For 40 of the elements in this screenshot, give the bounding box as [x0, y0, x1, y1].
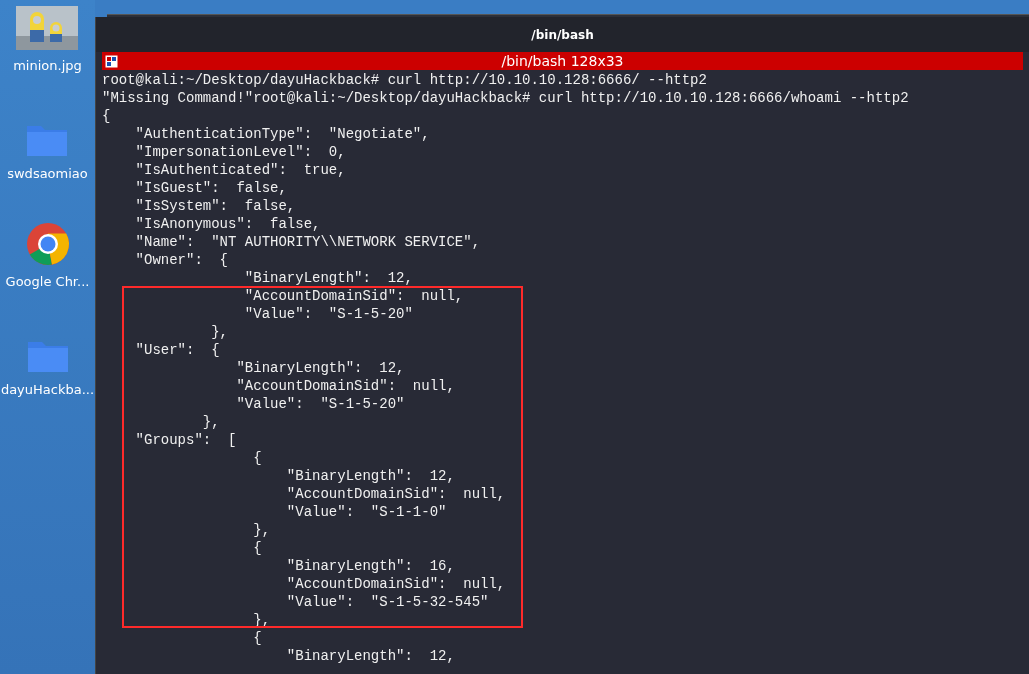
window-title: /bin/bash — [531, 26, 594, 44]
terminal-line: "User": { — [134, 341, 220, 359]
icon-label[interactable]: dayuHackba... — [0, 380, 95, 400]
icon-label[interactable]: Google Chr... — [5, 272, 90, 292]
terminal-line: "AccountDomainSid": null, — [235, 377, 455, 395]
terminal-line: { — [252, 629, 262, 647]
terminal-line: "AuthenticationType": "Negotiate", — [134, 125, 430, 143]
terminal-line: "IsSystem": false, — [134, 197, 296, 215]
terminal-line: { — [252, 449, 262, 467]
terminal-line: "AccountDomainSid": null, — [285, 485, 506, 503]
terminal-line: "IsAuthenticated": true, — [134, 161, 346, 179]
terminal-line: "Missing Command!"root@kali:~/Desktop/dayuHackback# curl http://10.10.10.128:6666/whoami --http2 — [102, 89, 909, 107]
terminal-line: "Owner": { — [134, 251, 229, 269]
terminal-line: "Value": "S-1-5-32-545" — [285, 593, 489, 611]
terminal-line: }, — [210, 323, 229, 341]
terminal-line: "BinaryLength": 16, — [285, 557, 455, 575]
terminal-line: "BinaryLength": 12, — [285, 467, 455, 485]
terminal-menu-icon[interactable] — [105, 54, 119, 68]
terminal-line: "BinaryLength": 12, — [235, 359, 405, 377]
terminal-line: }, — [201, 413, 220, 431]
terminal-line: "AccountDomainSid": null, — [285, 575, 506, 593]
terminal-line: }, — [252, 521, 271, 539]
terminal-line: "Value": "S-1-5-20" — [243, 305, 413, 323]
terminal-line: "ImpersonationLevel": 0, — [134, 143, 346, 161]
terminal-line: "IsGuest": false, — [134, 179, 287, 197]
browser-icon[interactable] — [25, 222, 70, 266]
tab-title[interactable]: /bin/bash 128x33 — [501, 54, 624, 68]
terminal-line: { — [252, 539, 262, 557]
terminal-line: "Value": "S-1-5-20" — [235, 395, 405, 413]
terminal-line: "BinaryLength": 12, — [285, 647, 455, 665]
terminal-line: "BinaryLength": 12, — [243, 269, 413, 287]
terminal-line: root@kali:~/Desktop/dayuHackback# curl http://10.10.10.128:6666/ --http2 — [102, 71, 707, 89]
terminal-line: "AccountDomainSid": null, — [243, 287, 464, 305]
icon-label[interactable]: minion.jpg — [13, 56, 82, 76]
terminal-line: "Groups": [ — [134, 431, 237, 449]
icon-label[interactable]: swdsaomiao — [7, 164, 88, 184]
terminal-line: { — [102, 107, 111, 125]
terminal-line: "Value": "S-1-1-0" — [285, 503, 447, 521]
terminal-line: "IsAnonymous": false, — [134, 215, 321, 233]
terminal-line: "Name": "NT AUTHORITY\\NETWORK SERVICE", — [134, 233, 481, 251]
